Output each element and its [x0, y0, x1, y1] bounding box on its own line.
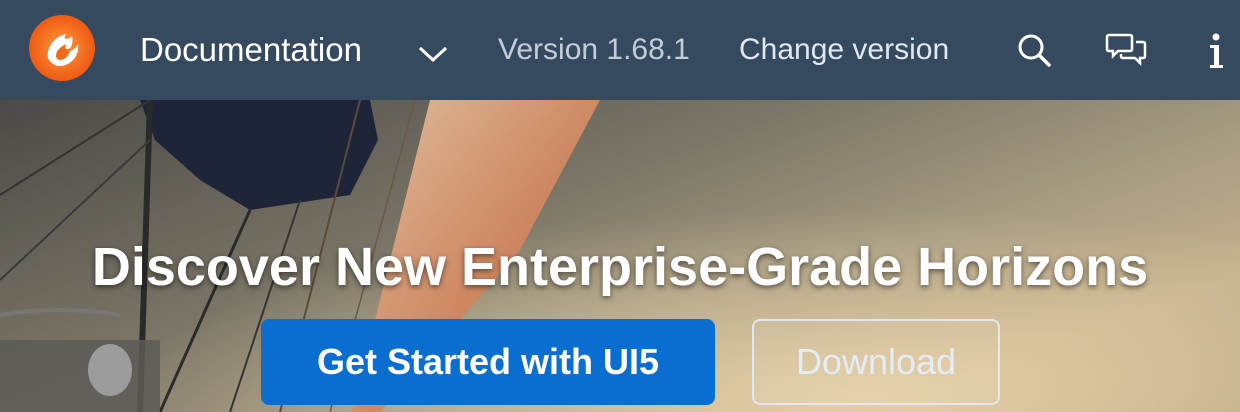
search-icon[interactable] [1012, 28, 1056, 72]
get-started-button[interactable]: Get Started with UI5 [261, 319, 715, 405]
hero-banner: Discover New Enterprise-Grade Horizons G… [0, 100, 1240, 412]
chevron-down-icon[interactable] [416, 40, 450, 64]
change-version-link[interactable]: Change version [739, 28, 949, 72]
download-button[interactable]: Download [752, 319, 1000, 405]
documentation-title[interactable]: Documentation [140, 28, 362, 72]
openui5-logo-icon[interactable] [26, 10, 98, 82]
version-label: Version 1.68.1 [498, 33, 690, 66]
hero-headline: Discover New Enterprise-Grade Horizons [91, 237, 1149, 297]
top-navigation-bar: Documentation Version 1.68.1 Change vers… [0, 0, 1240, 100]
info-icon[interactable] [1196, 28, 1236, 72]
feedback-icon[interactable] [1104, 28, 1148, 72]
